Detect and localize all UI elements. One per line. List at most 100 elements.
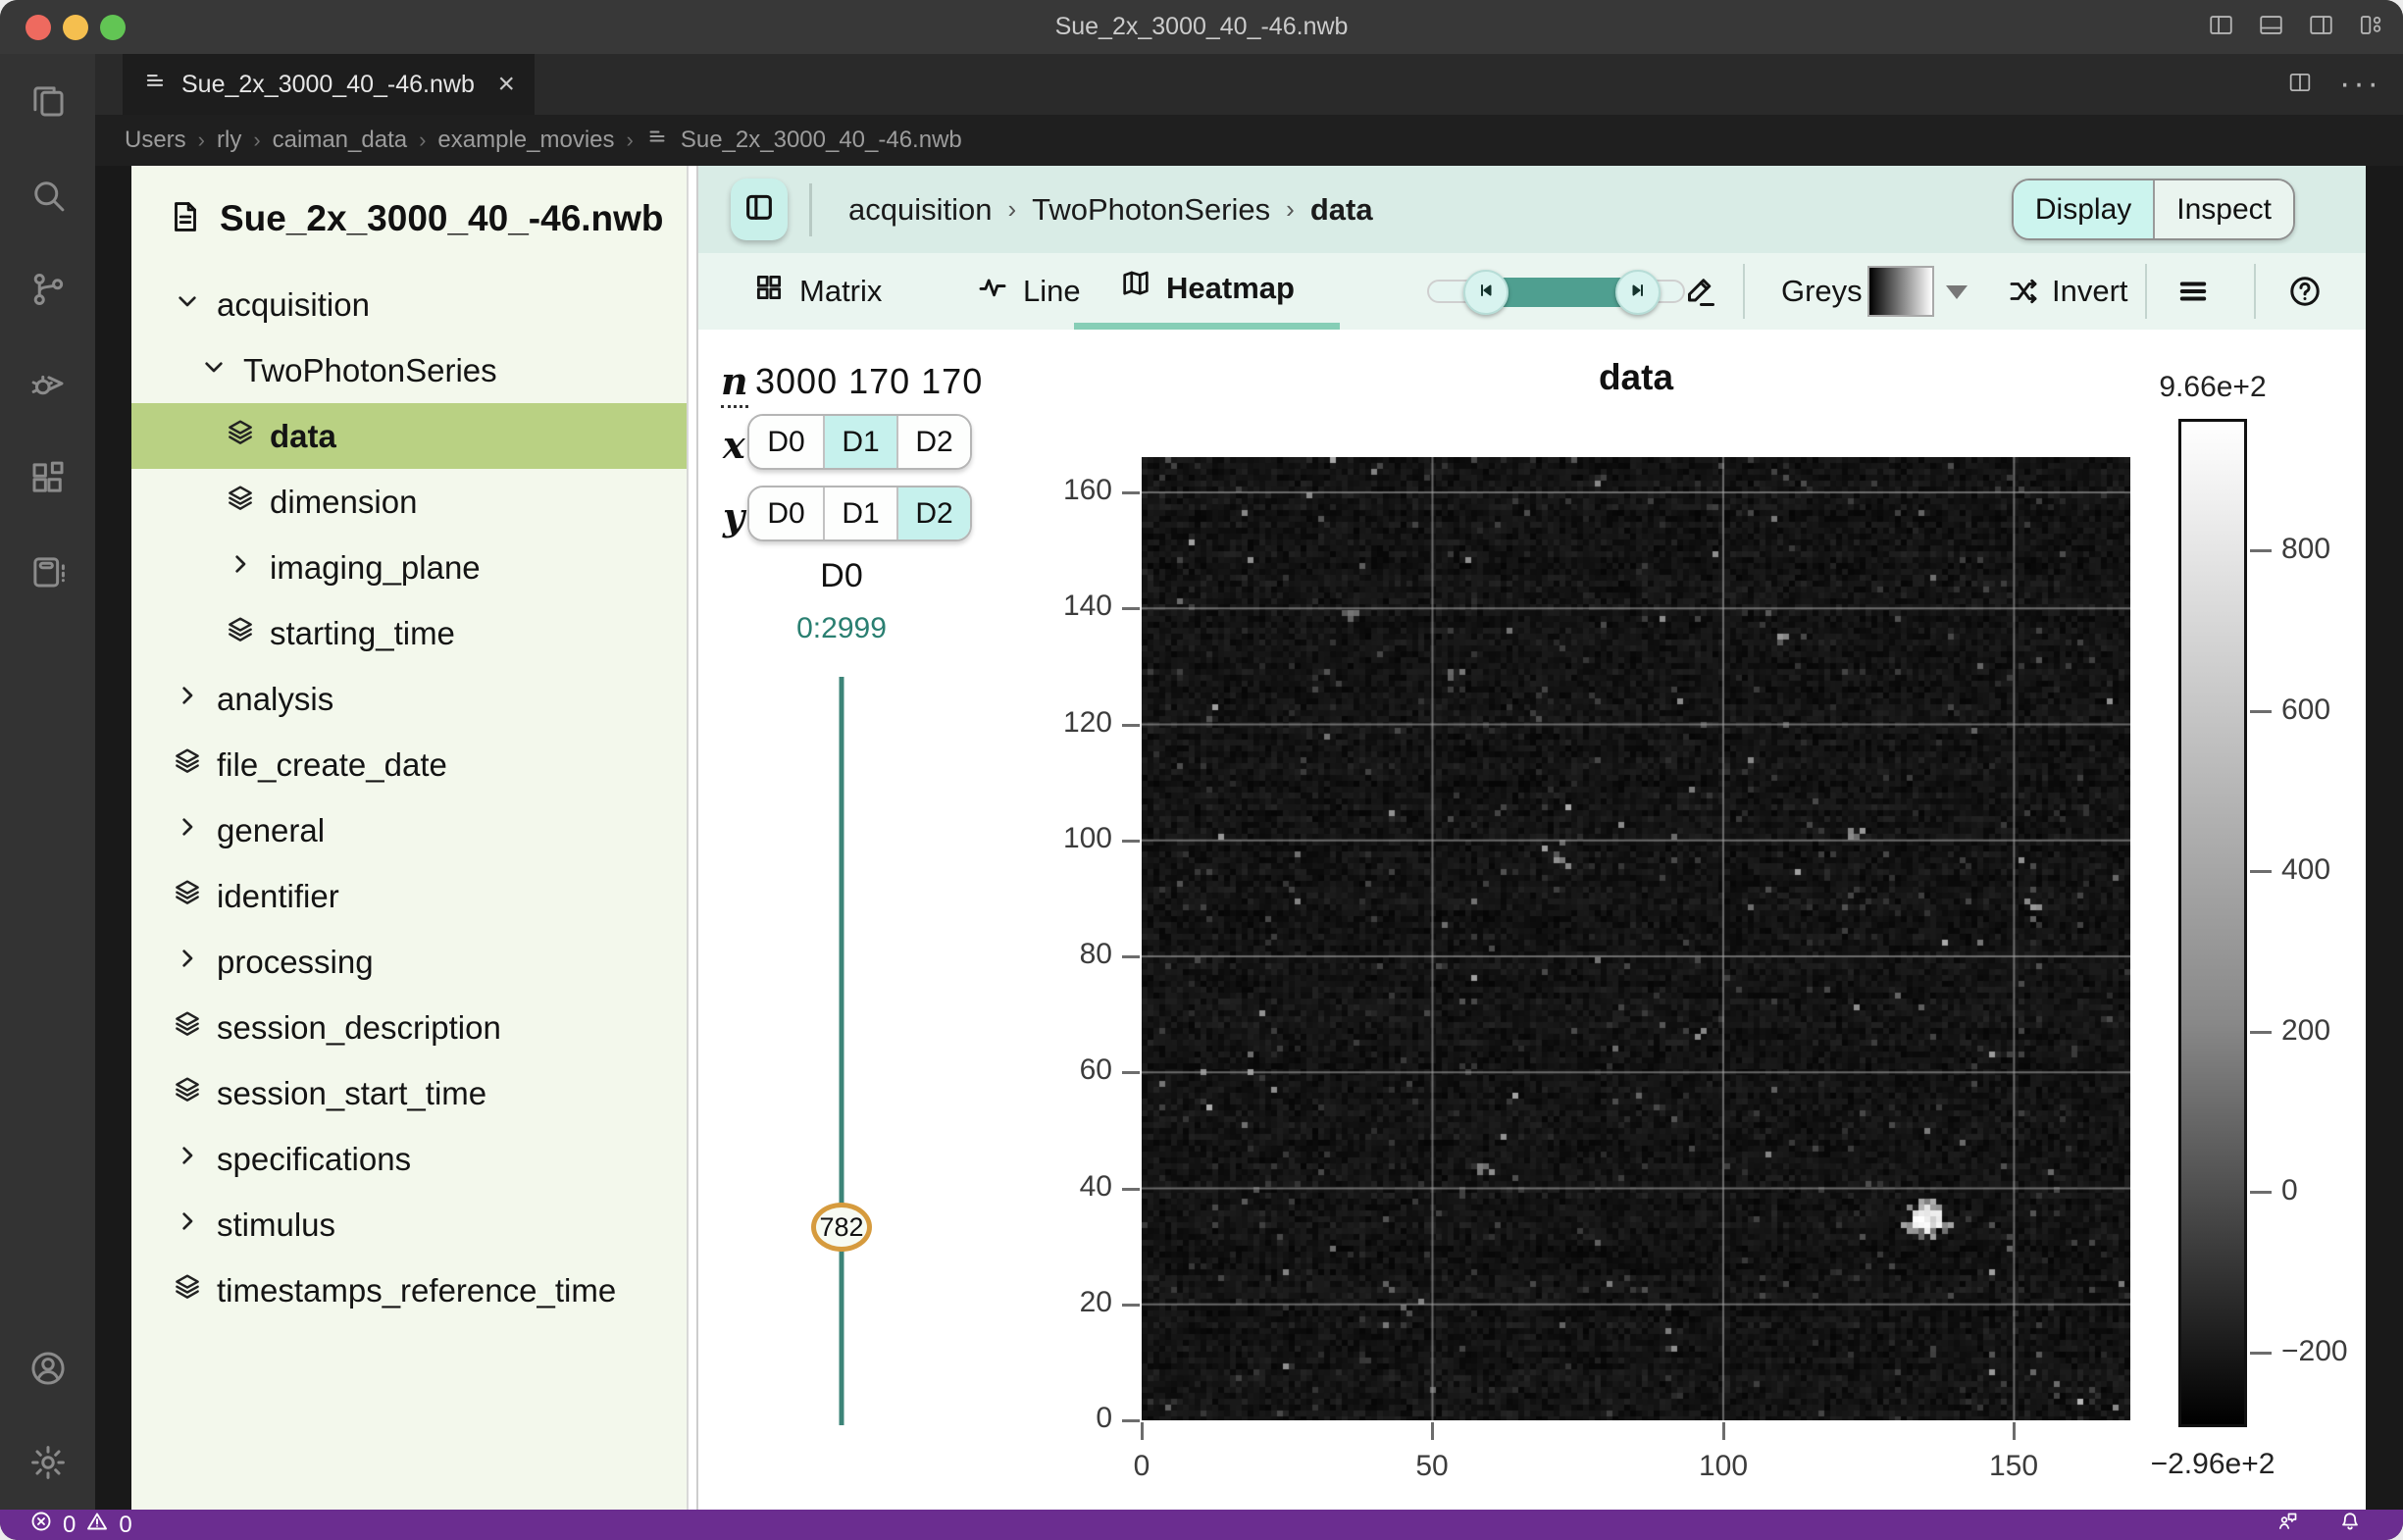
split-editor-icon[interactable] bbox=[2286, 69, 2314, 101]
axis-tick bbox=[1122, 955, 1140, 958]
activity-settings-gear-icon[interactable] bbox=[0, 1415, 95, 1510]
y-axis-label: 80 bbox=[1080, 938, 1112, 971]
activity-notebook-icon[interactable] bbox=[0, 525, 95, 619]
range-slider[interactable] bbox=[1427, 280, 1685, 303]
view-tab-line[interactable]: Line bbox=[976, 253, 1081, 330]
chevron-down-icon bbox=[198, 351, 230, 390]
x-dim-option-d2[interactable]: D2 bbox=[896, 416, 970, 468]
activity-files-icon[interactable] bbox=[0, 54, 95, 148]
tree-item-data[interactable]: data bbox=[131, 403, 687, 469]
range-slider-max-handle[interactable] bbox=[1615, 270, 1661, 315]
layers-icon bbox=[172, 1008, 203, 1048]
dim-x-label: x bbox=[723, 423, 745, 467]
layout-custom-icon[interactable] bbox=[2357, 11, 2385, 44]
colorbar-tick-label: 800 bbox=[2281, 533, 2330, 566]
x-axis-label: 100 bbox=[1699, 1450, 1748, 1483]
activity-run-debug-icon[interactable] bbox=[0, 336, 95, 431]
axis-tick bbox=[1122, 1419, 1140, 1422]
y-dim-option-d1[interactable]: D1 bbox=[823, 488, 896, 539]
mode-display-button[interactable]: Display bbox=[2014, 180, 2153, 238]
y-axis-label: 20 bbox=[1080, 1286, 1112, 1319]
tree-item-file_create_date[interactable]: file_create_date bbox=[131, 732, 687, 797]
heatmap-canvas[interactable] bbox=[1142, 457, 2130, 1420]
tree-item-label: processing bbox=[217, 944, 374, 981]
tree-item-session_start_time[interactable]: session_start_time bbox=[131, 1060, 687, 1126]
bell-icon[interactable] bbox=[2338, 1510, 2362, 1540]
split-left-icon[interactable] bbox=[2207, 11, 2235, 44]
activity-search-icon[interactable] bbox=[0, 148, 95, 242]
problems-indicator[interactable]: 0 0 bbox=[29, 1510, 132, 1540]
x-axis-label: 50 bbox=[1415, 1450, 1448, 1483]
dim-n-label: n bbox=[721, 359, 748, 408]
chevron-down-icon[interactable] bbox=[1946, 285, 1968, 299]
window-layout-controls bbox=[2207, 0, 2385, 54]
more-actions-icon[interactable]: ··· bbox=[2339, 77, 2381, 91]
tree-item-general[interactable]: general bbox=[131, 797, 687, 863]
view-tab-label: Heatmap bbox=[1166, 271, 1295, 306]
tree-item-analysis[interactable]: analysis bbox=[131, 666, 687, 732]
toggle-sidebar-button[interactable] bbox=[731, 179, 788, 240]
frame-slider-handle[interactable]: 782 bbox=[811, 1203, 872, 1252]
tree-scrollbar[interactable] bbox=[687, 166, 698, 1510]
tree-item-specifications[interactable]: specifications bbox=[131, 1126, 687, 1192]
axis-tick bbox=[1122, 840, 1140, 843]
activity-extensions-icon[interactable] bbox=[0, 431, 95, 525]
breadcrumb-item[interactable]: rly bbox=[217, 127, 241, 154]
tree-item-label: specifications bbox=[217, 1141, 411, 1178]
feedback-icon[interactable] bbox=[2275, 1510, 2299, 1540]
tree-item-identifier[interactable]: identifier bbox=[131, 863, 687, 929]
split-right-icon[interactable] bbox=[2307, 11, 2335, 44]
colormap-swatch[interactable] bbox=[1867, 266, 1934, 317]
invert-label[interactable]: Invert bbox=[2052, 253, 2128, 330]
menu-icon[interactable] bbox=[2175, 253, 2211, 330]
tree-item-timestamps_reference_time[interactable]: timestamps_reference_time bbox=[131, 1258, 687, 1323]
x-dim-option-d0[interactable]: D0 bbox=[749, 416, 823, 468]
skip-end-icon bbox=[1626, 275, 1650, 310]
editor-tab[interactable]: Sue_2x_3000_40_-46.nwb × bbox=[123, 54, 535, 115]
x-dim-option-d1[interactable]: D1 bbox=[823, 416, 896, 468]
y-axis-label: 160 bbox=[1063, 474, 1112, 507]
dataset-breadcrumb-item[interactable]: acquisition bbox=[848, 192, 992, 228]
mode-toggle: DisplayInspect bbox=[2012, 179, 2295, 240]
tree-item-stimulus[interactable]: stimulus bbox=[131, 1192, 687, 1258]
tree-item-imaging_plane[interactable]: imaging_plane bbox=[131, 535, 687, 600]
activity-account-icon[interactable] bbox=[0, 1321, 95, 1415]
axis-tick bbox=[1122, 607, 1140, 610]
breadcrumb-item[interactable]: example_movies bbox=[437, 127, 614, 154]
dataset-breadcrumb-item[interactable]: TwoPhotonSeries bbox=[1032, 192, 1270, 228]
breadcrumb-item[interactable]: Users bbox=[125, 127, 186, 154]
help-icon[interactable] bbox=[2287, 253, 2323, 330]
dataset-breadcrumb-current: data bbox=[1310, 192, 1373, 228]
axis-tick bbox=[1122, 1304, 1140, 1307]
tree-item-processing[interactable]: processing bbox=[131, 929, 687, 995]
tree-item-TwoPhotonSeries[interactable]: TwoPhotonSeries bbox=[131, 337, 687, 403]
breadcrumb-item[interactable]: caiman_data bbox=[273, 127, 407, 154]
pen-icon[interactable] bbox=[1682, 253, 1717, 330]
y-dim-option-d2[interactable]: D2 bbox=[896, 488, 970, 539]
layers-icon bbox=[172, 1271, 203, 1310]
y-axis-label: 40 bbox=[1080, 1170, 1112, 1204]
view-tab-heatmap[interactable]: Heatmap bbox=[1074, 253, 1340, 330]
axis-tick bbox=[1122, 1071, 1140, 1074]
tree-item-acquisition[interactable]: acquisition bbox=[131, 272, 687, 337]
chevron-right-icon bbox=[172, 680, 203, 719]
y-dim-option-d0[interactable]: D0 bbox=[749, 488, 823, 539]
split-bottom-icon[interactable] bbox=[2257, 11, 2285, 44]
range-slider-min-handle[interactable] bbox=[1463, 270, 1508, 315]
pulse-icon bbox=[976, 271, 1009, 312]
view-tab-matrix[interactable]: Matrix bbox=[752, 253, 882, 330]
tree-item-label: general bbox=[217, 812, 325, 849]
mode-inspect-button[interactable]: Inspect bbox=[2153, 180, 2293, 238]
close-tab-icon[interactable]: × bbox=[497, 70, 515, 99]
tree-item-session_description[interactable]: session_description bbox=[131, 995, 687, 1060]
swap-icon[interactable] bbox=[2006, 253, 2041, 330]
activity-source-control-icon[interactable] bbox=[0, 242, 95, 336]
frame-slider-track[interactable] bbox=[840, 677, 844, 1425]
tree-item-starting_time[interactable]: starting_time bbox=[131, 600, 687, 666]
breadcrumb-file[interactable]: Sue_2x_3000_40_-46.nwb bbox=[681, 127, 962, 154]
y-axis-label: 100 bbox=[1063, 822, 1112, 855]
tree-item-label: imaging_plane bbox=[270, 549, 481, 587]
grid-icon bbox=[752, 271, 786, 312]
tree-item-label: timestamps_reference_time bbox=[217, 1272, 616, 1309]
tree-item-dimension[interactable]: dimension bbox=[131, 469, 687, 535]
